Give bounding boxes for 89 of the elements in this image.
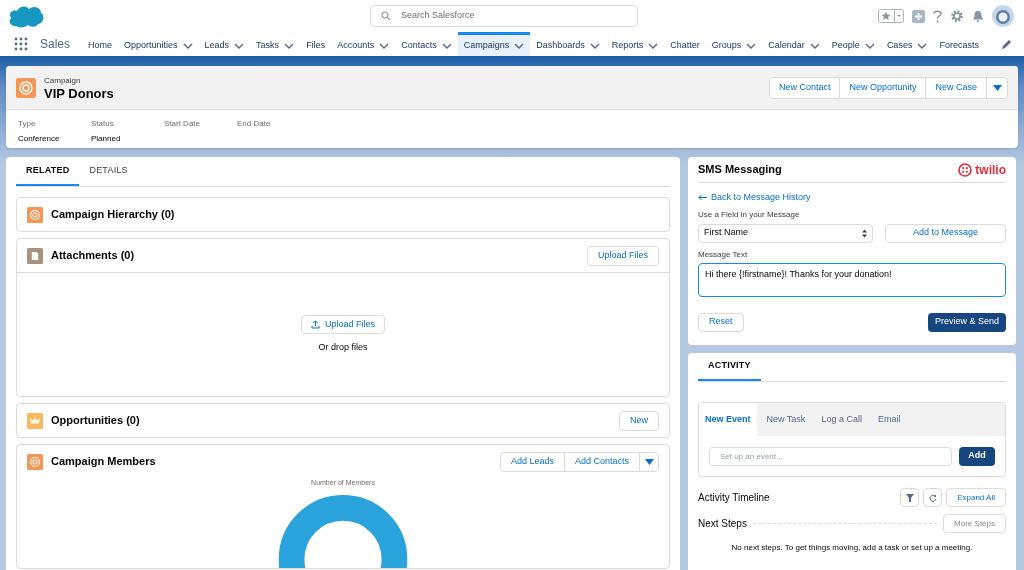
composer-tab[interactable]: New Task	[760, 403, 812, 436]
nav-tab[interactable]: Calendar	[762, 32, 826, 56]
file-drop-zone[interactable]: Upload Files Or drop files	[17, 272, 669, 396]
nav-tab[interactable]: Forecasts	[933, 32, 985, 56]
nav-tab[interactable]: Home	[82, 32, 119, 56]
app-launcher-icon[interactable]	[14, 37, 28, 51]
refresh-icon	[928, 493, 937, 502]
card-title: Attachments (0)	[51, 248, 136, 264]
section-title: Activity Timeline	[698, 491, 771, 505]
card-title: SMS Messaging	[698, 162, 783, 178]
preview-send-button[interactable]: Preview & Send	[928, 312, 1006, 332]
action-button[interactable]: New Contact	[768, 76, 841, 99]
nav-tab[interactable]: Opportunities	[118, 32, 199, 56]
nav-tab[interactable]: Leads	[198, 32, 251, 56]
card-title: Campaign Members	[51, 454, 157, 470]
composer-tab[interactable]: Email	[871, 403, 907, 436]
brand-name: twilio	[975, 161, 1006, 179]
crown-icon	[27, 412, 43, 429]
empty-state-text: No next steps. To get things moving, add a task or set up a meeting.	[730, 542, 974, 554]
event-input-field[interactable]: Set up an event...	[709, 446, 952, 466]
notifications-bell-icon[interactable]	[972, 9, 984, 23]
action-button[interactable]: New Opportunity	[839, 76, 927, 99]
filter-icon	[905, 493, 914, 502]
edit-pencil-icon[interactable]	[1001, 38, 1012, 50]
help-icon[interactable]	[933, 9, 942, 23]
upload-icon	[311, 319, 320, 329]
nav-tab[interactable]: Reports	[605, 32, 665, 56]
nav-tab[interactable]: Campaigns	[457, 32, 531, 56]
field-label: End Date	[237, 118, 272, 130]
settings-icon[interactable]	[950, 9, 964, 23]
panel-tab[interactable]: RELATED	[16, 157, 80, 186]
arrow-left-icon	[698, 194, 707, 202]
add-button[interactable]: Add	[959, 446, 995, 466]
nav-tab[interactable]: People	[825, 32, 881, 56]
brand-logo-icon	[958, 162, 973, 177]
search-field[interactable]: Search Salesforce	[370, 5, 638, 27]
expand-all-button[interactable]: Expand All	[946, 488, 1006, 507]
panel-tab[interactable]: DETAILS	[79, 157, 138, 186]
nav-tab[interactable]: Accounts	[331, 32, 396, 56]
nav-tab[interactable]: Dashboards	[530, 32, 606, 56]
nav-tab[interactable]: Files	[300, 32, 332, 56]
search-icon	[381, 11, 391, 21]
drop-hint: Or drop files	[318, 340, 368, 354]
field-value: Planned	[91, 133, 122, 145]
user-avatar-icon[interactable]	[992, 5, 1014, 27]
upload-files-button[interactable]: Upload Files	[301, 314, 385, 334]
section-title: Next Steps	[698, 517, 747, 531]
composer-tab[interactable]: New Event	[699, 403, 757, 436]
nav-tab[interactable]: Contacts	[395, 32, 458, 56]
more-actions-button[interactable]	[639, 451, 659, 472]
nav-tab[interactable]: Chatter	[664, 32, 706, 56]
target-icon	[27, 206, 43, 223]
object-label: Campaign	[44, 74, 82, 87]
card-title: Opportunities (0)	[51, 413, 141, 429]
field-label: Message Text	[698, 248, 749, 261]
campaign-icon	[16, 77, 36, 98]
more-steps-button[interactable]: More Steps	[943, 514, 1006, 533]
field-label: Use a Field in your Message	[698, 208, 801, 221]
message-text-field[interactable]: Hi there {!firstname}! Thanks for your donation!	[698, 262, 1006, 297]
card-button[interactable]: New	[619, 410, 659, 431]
field-select[interactable]: First Name	[698, 223, 873, 243]
target-icon	[27, 453, 43, 470]
card-title: Campaign Hierarchy (0)	[51, 207, 176, 223]
add-to-message-button[interactable]: Add to Message	[885, 223, 1006, 243]
card-button[interactable]: Upload Files	[586, 245, 659, 266]
nav-tab[interactable]: Cases	[880, 32, 934, 56]
nav-tab[interactable]: Groups	[705, 32, 763, 56]
card-button[interactable]: Add Leads	[499, 451, 565, 472]
caret-icon	[644, 458, 654, 465]
field-value: Conference	[18, 133, 61, 145]
composer-tab[interactable]: Log a Call	[815, 403, 868, 436]
field-label: Type	[18, 118, 37, 130]
card-button[interactable]: Add Contacts	[563, 451, 640, 472]
field-label: Start Date	[164, 118, 201, 130]
document-icon	[27, 247, 43, 264]
record-title: VIP Donors	[44, 86, 114, 101]
panel-tab[interactable]: ACTIVITY	[698, 353, 761, 381]
caret-icon	[992, 84, 1002, 91]
nav-tab[interactable]: Tasks	[250, 32, 301, 56]
action-button[interactable]: New Case	[925, 76, 987, 99]
refresh-button[interactable]	[923, 488, 943, 507]
field-label: Status	[91, 118, 115, 130]
app-name: Sales	[40, 36, 71, 53]
select-arrows-icon	[862, 228, 867, 238]
filter-button[interactable]	[900, 488, 920, 507]
more-actions-button[interactable]	[986, 76, 1008, 99]
cloud-logo	[8, 4, 44, 28]
back-link[interactable]: Back to Message History	[698, 191, 811, 205]
reset-button[interactable]: Reset	[698, 312, 744, 332]
